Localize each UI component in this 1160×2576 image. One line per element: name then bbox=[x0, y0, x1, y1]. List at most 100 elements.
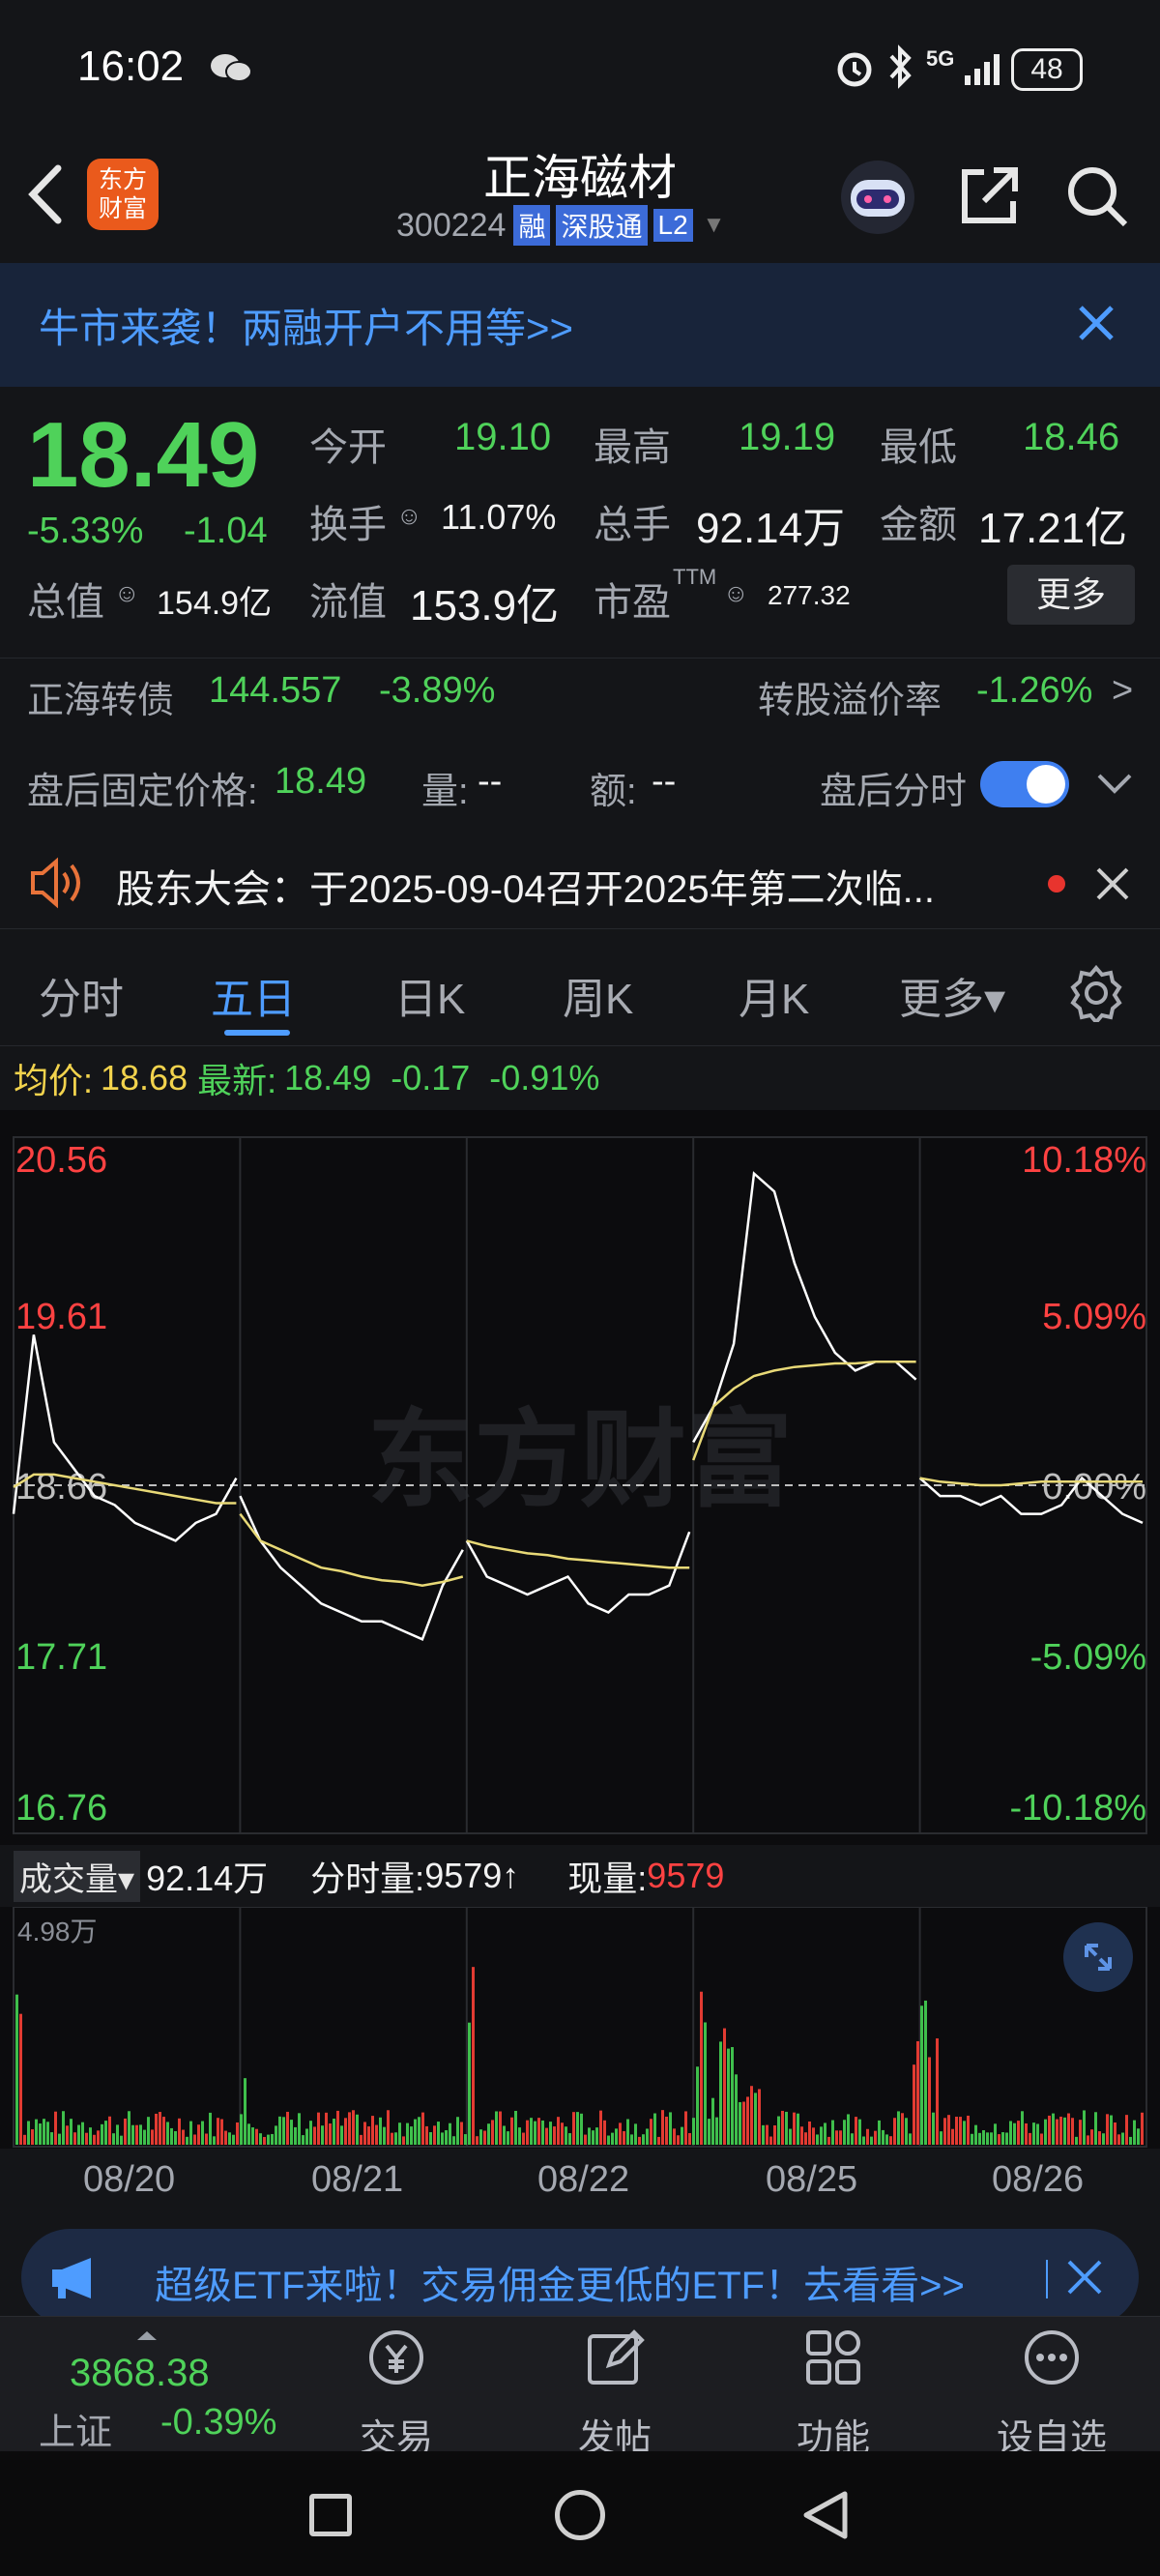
indicator-dropdown[interactable]: 成交量▾ bbox=[14, 1850, 141, 1902]
volume-bar bbox=[711, 2097, 714, 2145]
volume-bar bbox=[456, 2117, 459, 2145]
volume-bar bbox=[213, 2136, 216, 2145]
close-icon[interactable] bbox=[1075, 302, 1117, 349]
volume-bar bbox=[576, 2112, 579, 2145]
volume-bar bbox=[630, 2134, 633, 2145]
volume-bar bbox=[259, 2133, 262, 2145]
chevron-up-icon[interactable] bbox=[135, 2328, 159, 2346]
volume-bar bbox=[1013, 2122, 1016, 2145]
tab-weekly-k[interactable]: 周K bbox=[563, 964, 633, 1026]
ah-amount-value: -- bbox=[652, 761, 677, 802]
gear-icon[interactable] bbox=[1067, 964, 1125, 1027]
volume-chart[interactable]: 4.98万 bbox=[0, 1906, 1160, 2149]
search-icon[interactable] bbox=[1063, 162, 1131, 235]
close-icon[interactable] bbox=[1065, 2258, 1104, 2301]
info-icon[interactable]: ☺ bbox=[723, 578, 749, 608]
volume-bar bbox=[1032, 2122, 1035, 2145]
volume-bar bbox=[537, 2118, 540, 2145]
volume-bar bbox=[623, 2130, 625, 2145]
home-icon[interactable] bbox=[555, 2490, 605, 2540]
index-pct[interactable]: -0.39% bbox=[160, 2402, 276, 2444]
volume-bar bbox=[1036, 2123, 1039, 2145]
level2-badge: L2 bbox=[652, 209, 693, 242]
info-icon[interactable]: ☺ bbox=[396, 501, 422, 531]
ah-timeshare-toggle[interactable] bbox=[980, 761, 1069, 807]
tab-five-day[interactable]: 五日 bbox=[211, 964, 296, 1026]
volume-bar bbox=[990, 2132, 993, 2145]
close-icon[interactable] bbox=[1094, 865, 1131, 907]
market-cap-value: 154.9亿 bbox=[157, 585, 273, 622]
info-icon[interactable]: ☺ bbox=[114, 578, 140, 608]
premium-value: -1.26% bbox=[976, 670, 1093, 711]
index-value[interactable]: 3868.38 bbox=[70, 2352, 210, 2395]
share-icon[interactable] bbox=[955, 162, 1023, 235]
banner-text[interactable]: 牛市来袭！两融开户不用等>> bbox=[39, 296, 573, 355]
volume-bar bbox=[731, 2047, 734, 2145]
volume-bar bbox=[781, 2110, 784, 2145]
volume-bar bbox=[1040, 2133, 1043, 2145]
quote-panel: 18.49 -5.33% -1.04 今开 19.10 最高 19.19 最低 … bbox=[0, 387, 1160, 633]
volume-bar bbox=[1079, 2120, 1082, 2145]
nav-trade[interactable]: 交易 bbox=[319, 2327, 474, 2461]
robot-assistant-icon[interactable] bbox=[837, 159, 918, 241]
tab-monthly-k[interactable]: 月K bbox=[739, 964, 809, 1026]
volume-bar bbox=[108, 2116, 111, 2145]
volume-bar bbox=[681, 2126, 683, 2145]
volume-bar bbox=[73, 2132, 76, 2145]
volume-bar bbox=[974, 2124, 977, 2145]
nav-post[interactable]: 发帖 bbox=[537, 2327, 692, 2461]
ah-amount-label: 额: bbox=[590, 772, 637, 812]
volume-bar bbox=[406, 2122, 409, 2145]
stock-code-row[interactable]: 300224 融 深股通 L2 ▼ bbox=[396, 205, 725, 246]
tab-more[interactable]: 更多▾ bbox=[899, 964, 1005, 1026]
status-time: 16:02 bbox=[77, 43, 185, 90]
expand-icon[interactable] bbox=[1063, 1922, 1133, 1992]
nav-functions[interactable]: 功能 bbox=[756, 2327, 911, 2461]
chevron-right-icon[interactable]: > bbox=[1112, 670, 1133, 712]
recent-apps-icon[interactable] bbox=[309, 2494, 352, 2536]
volume-bar bbox=[112, 2133, 115, 2145]
five-day-chart[interactable]: 东方财富 20.56 19.61 18.66 17.71 16.76 10.18% 5.09… bbox=[0, 653, 1160, 1845]
volume-bar bbox=[572, 2112, 575, 2145]
volume-bar bbox=[862, 2136, 865, 2145]
price-chart-svg[interactable]: 东方财富 20.56 19.61 18.66 17.71 16.76 10.18% 5.09… bbox=[0, 653, 1160, 1845]
tab-intraday[interactable]: 分时 bbox=[39, 964, 124, 1026]
announcement-text[interactable]: 股东大会：于2025-09-04召开2025年第二次临... bbox=[116, 858, 935, 914]
back-icon[interactable] bbox=[23, 162, 66, 231]
nav-watchlist-add[interactable]: 设自选 bbox=[974, 2327, 1129, 2461]
amount-label: 金额 bbox=[880, 504, 957, 546]
etf-promo-bar[interactable]: 超级ETF来啦！交易佣金更低的ETF！去看看>> bbox=[21, 2229, 1139, 2326]
back-nav-icon[interactable] bbox=[798, 2488, 853, 2547]
current-volume-label: 现量: bbox=[567, 1859, 648, 1898]
latest-pct: -0.91% bbox=[489, 1058, 600, 1098]
date-label: 08/25 bbox=[766, 2159, 858, 2200]
app-logo[interactable]: 东方 财富 bbox=[87, 159, 159, 230]
ah-timeshare-label: 盘后分时 bbox=[820, 772, 968, 812]
promo-banner[interactable]: 牛市来袭！两融开户不用等>> bbox=[0, 263, 1160, 387]
volume-bar bbox=[696, 2066, 699, 2145]
y-tick-left: 18.66 bbox=[15, 1467, 107, 1508]
convertible-bond-row[interactable]: 正海转债 144.557 -3.89% 转股溢价率 -1.26% > bbox=[0, 658, 1160, 726]
edit-icon bbox=[588, 2329, 645, 2385]
volume-bar bbox=[1114, 2122, 1116, 2145]
chevron-down-icon[interactable] bbox=[1096, 773, 1133, 801]
more-button[interactable]: 更多 bbox=[1007, 565, 1135, 625]
announcement-bar[interactable]: 股东大会：于2025-09-04召开2025年第二次临... bbox=[0, 836, 1160, 923]
etf-promo-text[interactable]: 超级ETF来啦！交易佣金更低的ETF！去看看>> bbox=[155, 2254, 965, 2310]
volume-bar bbox=[739, 2101, 741, 2145]
tab-daily-k[interactable]: 日K bbox=[394, 964, 465, 1026]
volume-bar bbox=[735, 2074, 738, 2145]
average-price-line bbox=[466, 1539, 690, 1569]
volume-bar bbox=[758, 2089, 761, 2145]
volume-bar bbox=[449, 2122, 451, 2145]
volume-bar bbox=[808, 2121, 811, 2145]
premium-label: 转股溢价率 bbox=[758, 681, 942, 721]
index-name[interactable]: 上证 bbox=[39, 2402, 112, 2455]
volume-chart-svg[interactable] bbox=[0, 1906, 1160, 2149]
volume-bar bbox=[874, 2130, 877, 2145]
volume-bar bbox=[205, 2133, 208, 2145]
volume-bar bbox=[1083, 2110, 1086, 2145]
signal-icon bbox=[963, 48, 1007, 92]
y-tick-left: 19.61 bbox=[15, 1297, 107, 1337]
volume-bar bbox=[104, 2121, 107, 2145]
